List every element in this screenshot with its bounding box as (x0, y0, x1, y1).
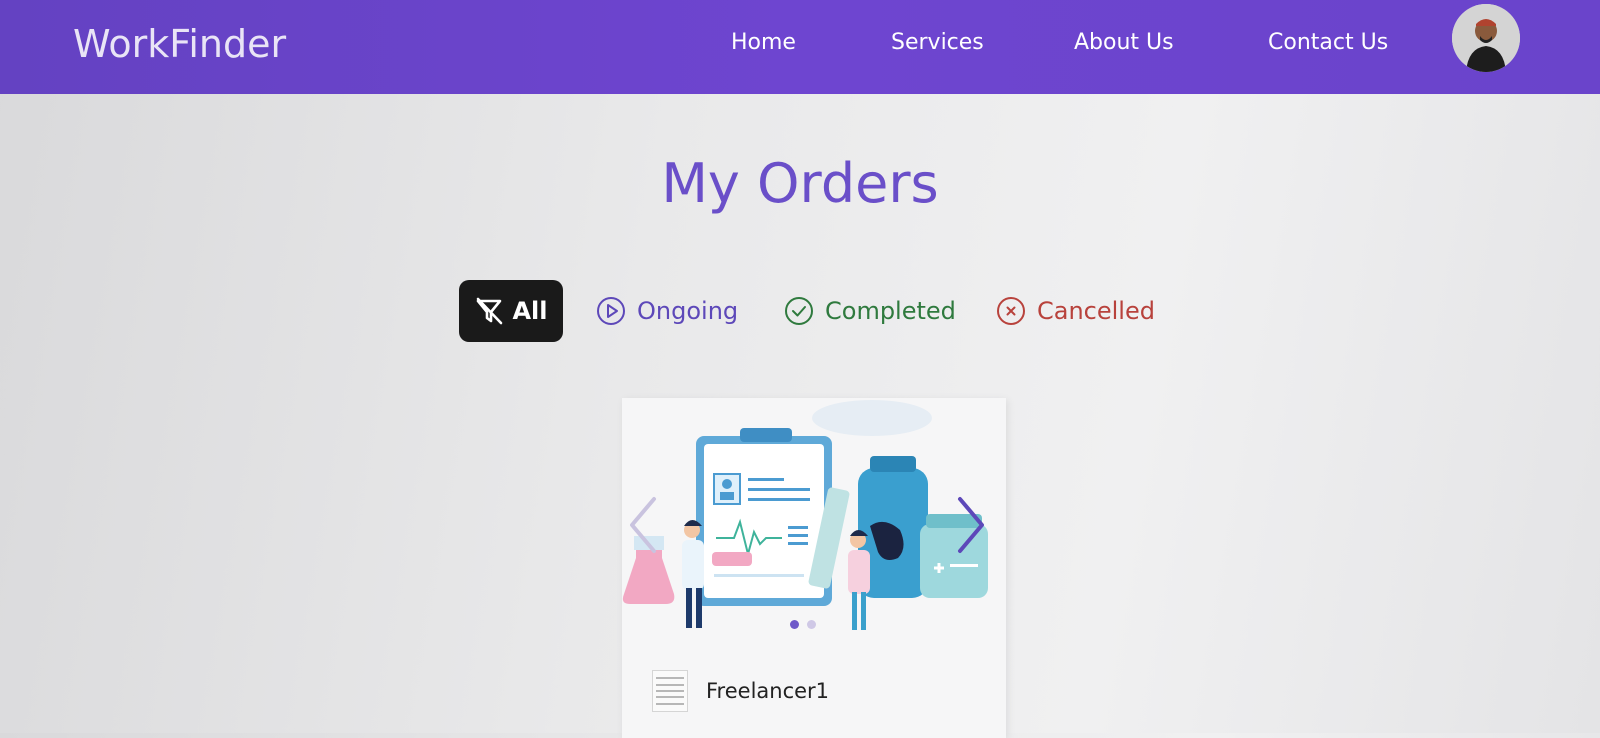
carousel-next-arrow-icon[interactable] (952, 493, 992, 557)
filter-ongoing-label: Ongoing (637, 297, 739, 325)
freelancer-name[interactable]: Freelancer1 (706, 679, 829, 703)
filter-all-label: All (512, 297, 548, 325)
order-card[interactable]: Freelancer1 (622, 398, 1006, 738)
carousel-dot[interactable] (807, 620, 816, 629)
nav-about-us[interactable]: About Us (1074, 30, 1174, 55)
brand-logo[interactable]: WorkFinder (73, 22, 286, 66)
filter-cancelled-button[interactable]: Cancelled (995, 280, 1155, 342)
carousel-dot[interactable] (790, 620, 799, 629)
navbar: WorkFinder Home Services About Us Contac… (0, 0, 1600, 94)
page-title: My Orders (661, 152, 939, 215)
filter-completed-button[interactable]: Completed (783, 280, 956, 342)
freelancer-row: Freelancer1 (652, 670, 829, 712)
avatar-image (1452, 4, 1520, 72)
nav-home[interactable]: Home (731, 30, 796, 55)
carousel-dots (790, 620, 816, 629)
x-circle-icon (997, 297, 1025, 325)
user-avatar[interactable] (1452, 4, 1520, 72)
play-circle-icon (597, 297, 625, 325)
image-carousel (622, 398, 1006, 643)
filter-cancelled-label: Cancelled (1037, 297, 1155, 325)
carousel-prev-arrow-icon[interactable] (622, 493, 662, 557)
nav-services[interactable]: Services (891, 30, 984, 55)
medical-illustration (622, 400, 988, 630)
nav-contact-us[interactable]: Contact Us (1268, 30, 1388, 55)
filter-ongoing-button[interactable]: Ongoing (595, 280, 738, 342)
check-circle-icon (785, 297, 813, 325)
freelancer-document-thumbnail (652, 670, 688, 712)
filter-off-icon (477, 297, 503, 325)
filter-completed-label: Completed (825, 297, 956, 325)
filter-all-button[interactable]: All (459, 280, 563, 342)
